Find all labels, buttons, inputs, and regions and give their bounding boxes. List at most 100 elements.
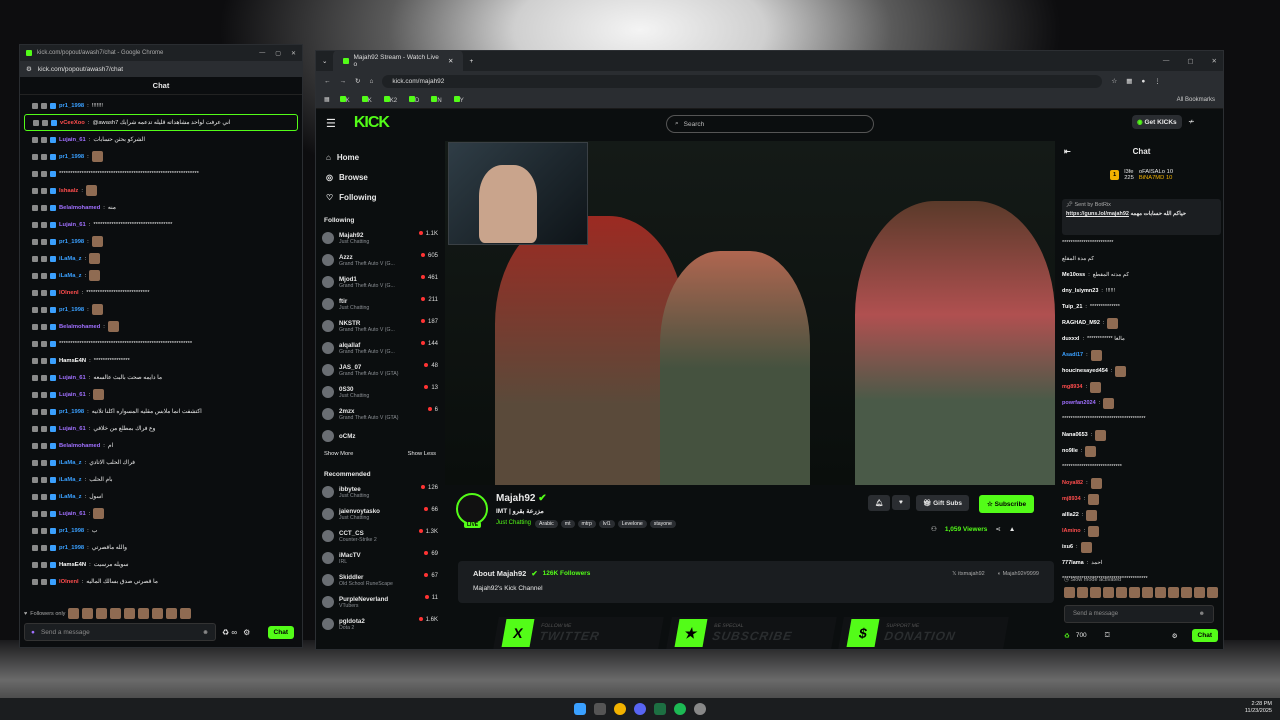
new-tab-icon[interactable]: +: [469, 58, 473, 65]
bookmark-item[interactable]: K2: [383, 95, 397, 104]
show-more-button[interactable]: Show More: [324, 451, 353, 457]
stream-tag[interactable]: mtrp: [577, 520, 596, 528]
chat-message[interactable]: pr1_1998: اكتشفت انما ملابس مقليه المسوار…: [24, 403, 298, 420]
chat-username[interactable]: HamsE4N: [59, 562, 86, 568]
sidebar-channel[interactable]: NKSTR Grand Theft Auto V (G... 187: [316, 315, 444, 337]
chat-message[interactable]: Lujain_61: وع فراك بمطلع من خلافي: [24, 420, 298, 437]
chat-username[interactable]: Lujain_61: [59, 222, 86, 228]
nav-following[interactable]: ♡ Following: [316, 187, 444, 207]
chat-message[interactable]: pr1_1998:!!!!!!!: [24, 97, 298, 114]
chat-username[interactable]: mj8934: [1062, 496, 1081, 502]
chat-username[interactable]: lOlnenl: [59, 290, 79, 296]
minimize-icon[interactable]: —: [259, 50, 265, 57]
chat-message[interactable]: Belalmohamed:: [24, 318, 298, 335]
chat-message[interactable]: Lujain_61: ******************************…: [24, 216, 298, 233]
chat-username[interactable]: pr1_1998: [59, 103, 84, 109]
chat-username[interactable]: iLaMa_z: [59, 460, 82, 466]
sidebar-channel[interactable]: ibbytee Just Chatting 126: [316, 481, 444, 503]
chat-username[interactable]: ixu6: [1062, 544, 1073, 550]
gift-icon[interactable]: ⛋: [1105, 632, 1110, 640]
reload-icon[interactable]: ↻: [355, 77, 360, 85]
right-chat-input[interactable]: Send a message ☻: [1064, 605, 1214, 623]
spotify-icon[interactable]: [674, 703, 686, 715]
social-x-link[interactable]: 𝕏 itsmajah92: [952, 571, 985, 577]
wallet-icon[interactable]: ≁: [1188, 117, 1195, 126]
chat-message[interactable]: RAGHAD_M92:: [1058, 315, 1225, 331]
chat-message[interactable]: ****************************************…: [24, 165, 298, 182]
nav-home[interactable]: ⌂ Home: [316, 147, 444, 167]
popout-message-input[interactable]: ● Send a message ☻: [24, 623, 216, 641]
pinned-link[interactable]: https://guns.lol/majah92: [1066, 211, 1129, 217]
bookmark-item[interactable]: D: [409, 95, 419, 104]
chat-message[interactable]: no9lle:: [1058, 443, 1225, 459]
chat-message[interactable]: Noyal82:: [1058, 475, 1225, 491]
chat-username[interactable]: no9lle: [1062, 448, 1078, 454]
chat-message[interactable]: pr1_1998:: [24, 233, 298, 250]
chat-username[interactable]: iLaMa_z: [59, 256, 82, 262]
sidebar-channel[interactable]: Skiddler Old School RuneScape 67: [316, 569, 444, 591]
chat-username[interactable]: pr1_1998: [59, 545, 84, 551]
video-player[interactable]: [445, 141, 1055, 485]
tab-search-icon[interactable]: ⌄: [322, 57, 327, 65]
chat-username[interactable]: Belalmohamed: [59, 443, 100, 449]
chat-message[interactable]: Belalmohamed: ام: [24, 437, 298, 454]
maximize-icon[interactable]: ▢: [1187, 57, 1193, 65]
chat-message[interactable]: HamsE4N: سويله مرسيت: [24, 556, 298, 573]
sidebar-channel[interactable]: JAS_07 Grand Theft Auto V (GTA) 48: [316, 359, 444, 381]
chat-message[interactable]: ****************************: [1058, 459, 1225, 475]
chat-username[interactable]: houcinesayed454: [1062, 368, 1108, 374]
forward-icon[interactable]: →: [340, 78, 347, 85]
close-icon[interactable]: ✕: [1212, 57, 1217, 65]
share-icon[interactable]: ⋖: [995, 525, 1000, 533]
chat-username[interactable]: Tuip_21: [1062, 304, 1082, 310]
chat-username[interactable]: mg8934: [1062, 384, 1083, 390]
bookmark-item[interactable]: N: [431, 95, 442, 104]
hamburger-menu-icon[interactable]: ☰: [326, 117, 336, 130]
obs-icon[interactable]: [694, 703, 706, 715]
chat-username[interactable]: Me10oss: [1062, 272, 1085, 278]
stream-tag[interactable]: Levelone: [617, 520, 647, 528]
chat-message[interactable]: Belalmohamed: منه: [24, 199, 298, 216]
site-info-icon[interactable]: ⚙: [26, 65, 32, 73]
sidebar-channel[interactable]: PurpleNeverland VTubers 11: [316, 591, 444, 613]
chat-username[interactable]: iLaMa_z: [59, 494, 82, 500]
sidebar-channel[interactable]: alqallaf Grand Theft Auto V (G... 144: [316, 337, 444, 359]
nav-browse[interactable]: ◎ Browse: [316, 167, 444, 187]
chat-username[interactable]: lOlnenl: [59, 579, 79, 585]
start-icon[interactable]: [574, 703, 586, 715]
bookmark-item[interactable]: Y: [453, 95, 464, 104]
chat-message[interactable]: iLaMa_z:: [24, 267, 298, 284]
panel-donation[interactable]: $ SUPPORT ME DONATION: [838, 617, 1009, 649]
subscribe-button[interactable]: ☆ Subscribe: [979, 495, 1035, 513]
chat-message[interactable]: ************************: [1058, 235, 1225, 251]
show-less-button[interactable]: Show Less: [408, 451, 436, 457]
chat-username[interactable]: RAGHAD_M92: [1062, 320, 1100, 326]
collapse-chat-icon[interactable]: ⇤: [1064, 147, 1071, 156]
chat-message[interactable]: lOlnenl: ****************************: [24, 284, 298, 301]
kick-logo[interactable]: KICK: [354, 114, 390, 132]
minimize-icon[interactable]: —: [1163, 57, 1170, 65]
chat-username[interactable]: vCeeXoo: [60, 120, 85, 126]
search-input[interactable]: ⌕ Search: [666, 115, 874, 133]
bookmark-item[interactable]: K: [339, 95, 350, 104]
file-explorer-icon[interactable]: [594, 703, 606, 715]
social-discord-link[interactable]: ◐ Majah92#9999: [998, 571, 1039, 577]
streamer-avatar[interactable]: LIVE: [456, 493, 488, 528]
chat-message[interactable]: Nana0653:: [1058, 427, 1225, 443]
url-field[interactable]: kick.com/majah92: [382, 74, 1103, 88]
chat-username[interactable]: lAmino: [1062, 528, 1081, 534]
panel-twitter[interactable]: X FOLLOW ME TWITTER: [493, 617, 664, 649]
chat-username[interactable]: Belalmohamed: [59, 324, 100, 330]
settings-icon[interactable]: ⚙: [1172, 632, 1178, 640]
discord-icon[interactable]: [634, 703, 646, 715]
chat-message[interactable]: pr1_1998: ب: [24, 522, 298, 539]
all-bookmarks[interactable]: All Bookmarks: [1177, 97, 1215, 103]
chat-message[interactable]: lOlnenl: ما قصرتي صدق بسالك الماليه: [24, 573, 298, 590]
popout-address-bar[interactable]: ⚙ kick.com/popout/awash7/chat: [20, 61, 302, 77]
chat-message[interactable]: كم مدة المقلع: [1058, 251, 1225, 267]
apps-icon[interactable]: ▦: [324, 96, 330, 103]
chat-username[interactable]: Lujain_61: [59, 511, 86, 517]
chat-message[interactable]: iLaMa_z: اسول: [24, 488, 298, 505]
chat-username[interactable]: Belalmohamed: [59, 205, 100, 211]
popout-chat-button[interactable]: Chat: [267, 625, 294, 639]
